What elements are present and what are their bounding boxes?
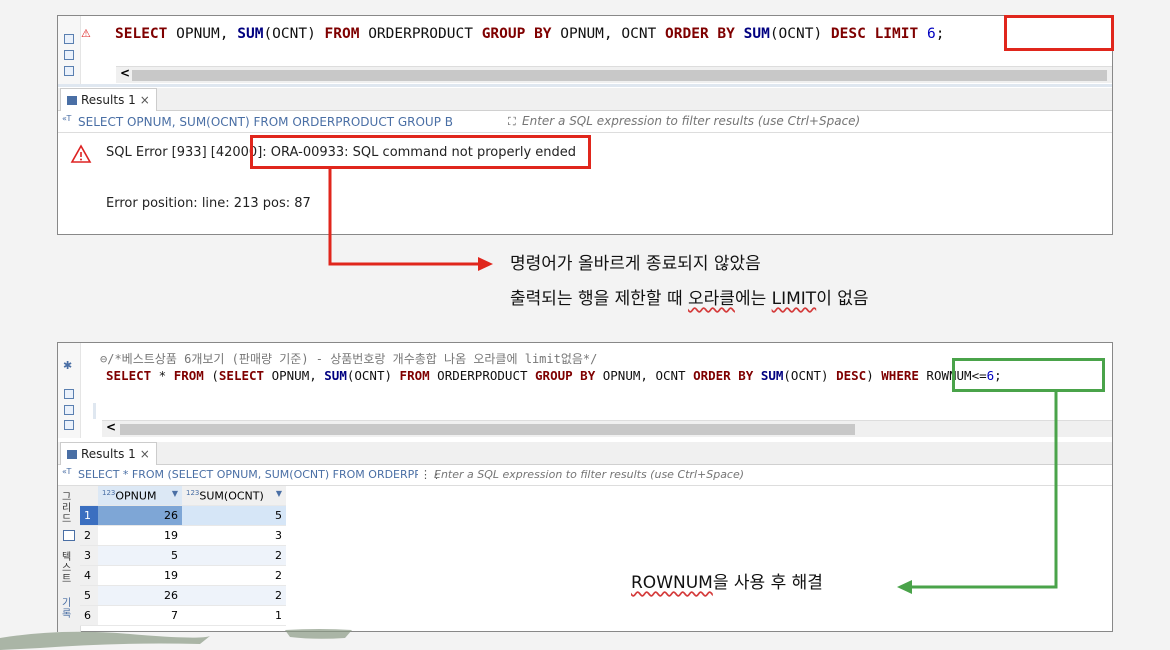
decorative-brush-stroke	[0, 629, 352, 650]
green-arrow	[897, 392, 1058, 594]
annotation-rownum-solution: ROWNUM을 사용 후 해결	[631, 573, 823, 593]
